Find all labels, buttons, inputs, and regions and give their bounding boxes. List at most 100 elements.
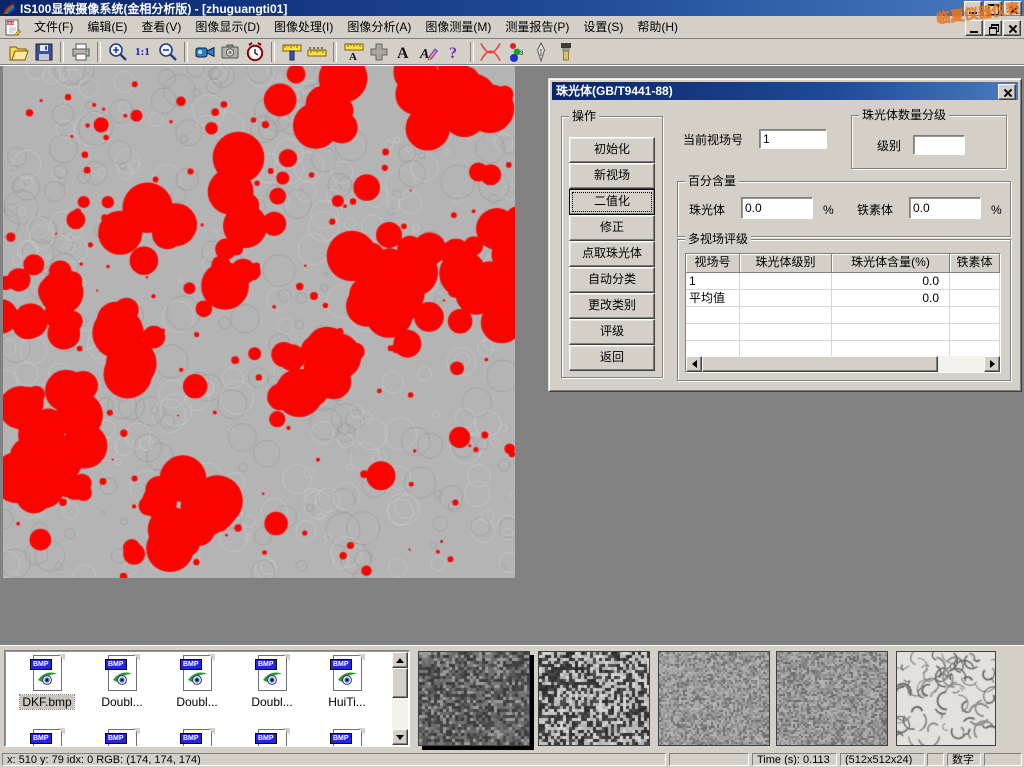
mdi-restore-button[interactable]: [984, 20, 1002, 36]
table-row[interactable]: 1 0.0: [686, 273, 1000, 290]
text-annotate-icon[interactable]: A: [391, 40, 416, 64]
menu-help[interactable]: 帮助(H): [630, 17, 685, 37]
move-cross-icon[interactable]: [366, 40, 391, 64]
grade-input[interactable]: [913, 135, 965, 155]
camera-capture-icon[interactable]: [217, 40, 242, 64]
change-class-button[interactable]: 更改类别: [569, 293, 655, 319]
cell-pearlite: 0.0: [832, 273, 950, 290]
caliper-measure-icon[interactable]: [279, 40, 304, 64]
correct-button[interactable]: 修正: [569, 215, 655, 241]
print-icon[interactable]: [68, 40, 93, 64]
rate-button[interactable]: 评级: [569, 319, 655, 345]
col-ferrite: 铁素体: [950, 254, 1000, 273]
file-list-scrollbar[interactable]: [392, 652, 408, 745]
menu-image-process[interactable]: 图像处理(I): [267, 17, 340, 37]
file-name[interactable]: HuiTi...: [326, 695, 368, 709]
ferrite-unit: %: [991, 203, 1002, 217]
bmp-file-icon: BMP: [105, 655, 139, 693]
file-item[interactable]: BMP HuiTi...: [311, 655, 383, 709]
thumbnail-4[interactable]: [776, 651, 888, 746]
mdi-minimize-button[interactable]: [965, 20, 983, 36]
dialog-title: 珠光体(GB/T9441-88): [556, 84, 673, 98]
scroll-up-icon[interactable]: [392, 652, 408, 668]
file-item[interactable]: BMP Doubl...: [86, 655, 158, 709]
binarized-micrograph-image[interactable]: [3, 66, 515, 578]
bmp-file-icon: BMP: [330, 655, 364, 693]
curve-tool-icon[interactable]: [478, 40, 503, 64]
grade-group-label: 珠光体数量分级: [859, 108, 949, 122]
scrollbar-thumb[interactable]: [702, 356, 938, 372]
measure-annotate-icon[interactable]: A: [341, 40, 366, 64]
close-button[interactable]: [1004, 1, 1022, 17]
new-field-button[interactable]: 新视场: [569, 163, 655, 189]
cell-ferrite: [950, 273, 1000, 290]
file-name[interactable]: Doubl...: [174, 695, 219, 709]
menu-file[interactable]: 文件(F): [27, 17, 80, 37]
thumbnail-2[interactable]: [538, 651, 650, 746]
menu-image-analysis[interactable]: 图像分析(A): [340, 17, 418, 37]
scroll-left-icon[interactable]: [686, 356, 702, 372]
zoom-out-icon[interactable]: [155, 40, 180, 64]
file-item[interactable]: BMP: [11, 729, 83, 747]
actual-size-icon[interactable]: 1:1: [130, 40, 155, 64]
edit-annotate-icon[interactable]: A: [416, 40, 441, 64]
open-file-icon[interactable]: [6, 40, 31, 64]
file-item[interactable]: BMP Doubl...: [236, 655, 308, 709]
thumbnail-5[interactable]: [896, 651, 996, 746]
percent-group-label: 百分含量: [685, 174, 739, 188]
status-time: Time (s): 0.113: [752, 753, 837, 766]
phase-points-icon[interactable]: 3: [503, 40, 528, 64]
thumbnail-3[interactable]: [658, 651, 770, 746]
maximize-button[interactable]: [984, 1, 1002, 17]
timer-icon[interactable]: [242, 40, 267, 64]
thumbnail-1[interactable]: [418, 651, 530, 746]
brush-tool-icon[interactable]: [553, 40, 578, 64]
pearlite-dialog: 珠光体(GB/T9441-88) 操作 初始化 新视场 二值化 修正 点取珠光体…: [548, 78, 1022, 392]
file-name[interactable]: Doubl...: [99, 695, 144, 709]
table-row[interactable]: 平均值 0.0: [686, 290, 1000, 307]
return-button[interactable]: 返回: [569, 345, 655, 371]
dialog-title-bar[interactable]: 珠光体(GB/T9441-88): [552, 82, 1018, 100]
status-spare-panel: [669, 753, 749, 766]
file-item[interactable]: BMP Doubl...: [161, 655, 233, 709]
status-cursor-info: x: 510 y: 79 idx: 0 RGB: (174, 174, 174): [2, 753, 666, 766]
ferrite-percent-input[interactable]: [909, 197, 981, 219]
zoom-in-icon[interactable]: [105, 40, 130, 64]
initialize-button[interactable]: 初始化: [569, 137, 655, 163]
mdi-close-button[interactable]: [1003, 20, 1021, 36]
menu-report[interactable]: 测量报告(P): [498, 17, 576, 37]
dialog-close-button[interactable]: [998, 84, 1016, 100]
cell-pearlite: 0.0: [832, 290, 950, 307]
scrollbar-thumb[interactable]: [392, 668, 408, 698]
title-bar: IS100显微摄像系统(金相分析版) - [zhuguangti01]: [0, 0, 1024, 16]
scroll-right-icon[interactable]: [984, 356, 1000, 372]
menu-settings[interactable]: 设置(S): [576, 17, 630, 37]
minimize-button[interactable]: [964, 1, 982, 17]
file-item[interactable]: BMP: [236, 729, 308, 747]
file-list[interactable]: BMP DKF.bmp BMP Doubl... BMP Doubl...: [4, 650, 410, 747]
file-item[interactable]: BMP: [86, 729, 158, 747]
pen-tool-icon[interactable]: [528, 40, 553, 64]
pearlite-percent-input[interactable]: [741, 197, 813, 219]
cell-ferrite: [950, 290, 1000, 307]
table-horizontal-scrollbar[interactable]: [686, 356, 1000, 372]
scroll-down-icon[interactable]: [392, 729, 408, 745]
pick-pearlite-button[interactable]: 点取珠光体: [569, 241, 655, 267]
file-item[interactable]: BMP: [311, 729, 383, 747]
video-capture-icon[interactable]: [192, 40, 217, 64]
save-icon[interactable]: [31, 40, 56, 64]
file-name[interactable]: DKF.bmp: [20, 695, 73, 709]
auto-classify-button[interactable]: 自动分类: [569, 267, 655, 293]
ruler-measure-icon[interactable]: [304, 40, 329, 64]
menu-image-display[interactable]: 图像显示(D): [188, 17, 267, 37]
menu-image-measure[interactable]: 图像测量(M): [418, 17, 498, 37]
toolbar: 1:1 A A A ? 3: [0, 39, 1024, 65]
menu-view[interactable]: 查看(V): [134, 17, 188, 37]
menu-edit[interactable]: 编辑(E): [80, 17, 134, 37]
file-item[interactable]: BMP: [161, 729, 233, 747]
binarize-button[interactable]: 二值化: [569, 189, 655, 215]
file-name[interactable]: Doubl...: [249, 695, 294, 709]
current-field-input[interactable]: [759, 129, 827, 149]
file-item[interactable]: BMP DKF.bmp: [11, 655, 83, 709]
help-icon[interactable]: ?: [441, 40, 466, 64]
